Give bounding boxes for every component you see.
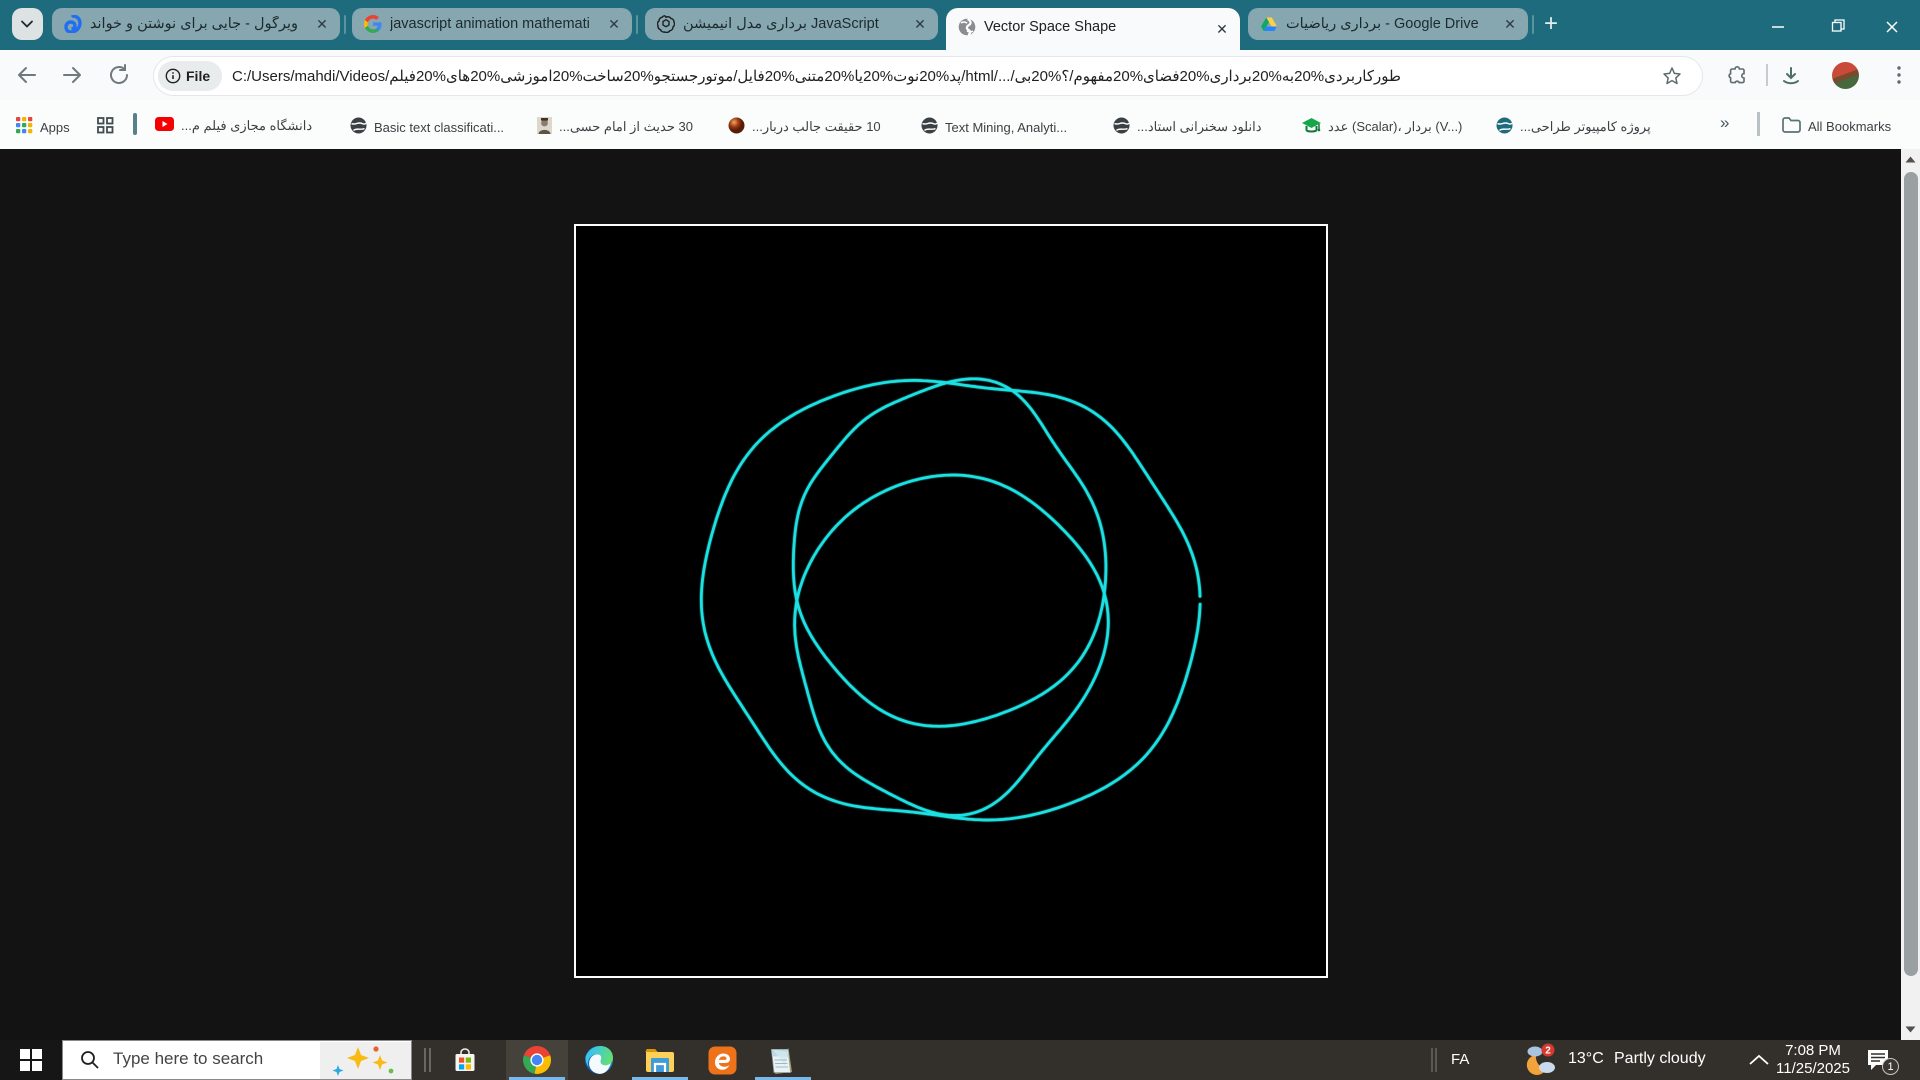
svg-text:2: 2 [1545,1046,1551,1057]
